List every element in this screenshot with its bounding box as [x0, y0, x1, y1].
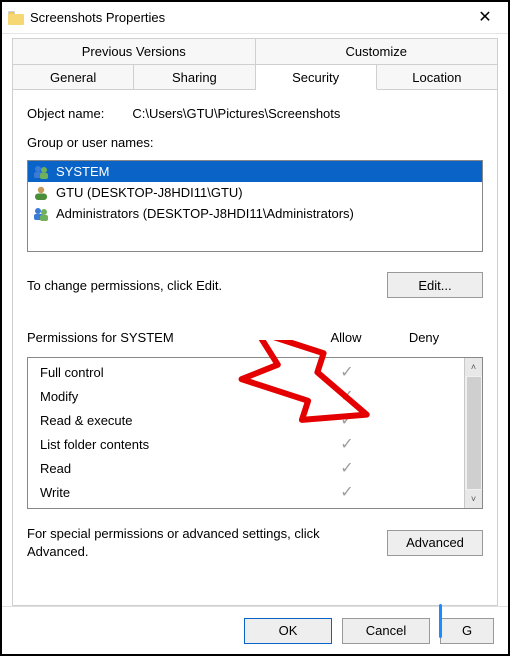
security-panel: Object name: C:\Users\GTU\Pictures\Scree…: [12, 90, 498, 606]
allow-check-icon: ✓: [308, 458, 386, 478]
group-icon: [32, 163, 50, 181]
permission-row: Read & execute✓: [28, 408, 464, 432]
tab-previous-versions[interactable]: Previous Versions: [12, 38, 256, 64]
advanced-row: For special permissions or advanced sett…: [27, 525, 483, 560]
close-icon: ✕: [478, 10, 491, 26]
tabs: Previous Versions Customize General Shar…: [2, 34, 508, 90]
permissions-list: Full control✓Modify✓Read & execute✓List …: [27, 357, 483, 509]
tab-security[interactable]: Security: [256, 64, 377, 90]
principals-list[interactable]: SYSTEM GTU (DESKTOP-J8HDI11\GTU) Administr…: [27, 160, 483, 252]
edit-button[interactable]: Edit...: [387, 272, 483, 298]
list-item[interactable]: GTU (DESKTOP-J8HDI11\GTU): [28, 182, 482, 203]
permission-name: Read & execute: [28, 413, 308, 428]
permissions-body[interactable]: Full control✓Modify✓Read & execute✓List …: [28, 358, 464, 508]
permissions-header-label: Permissions for SYSTEM: [27, 330, 307, 345]
allow-check-icon: ✓: [308, 386, 386, 406]
permission-name: Write: [28, 485, 308, 500]
apply-button-truncated[interactable]: G: [440, 618, 494, 644]
edit-row: To change permissions, click Edit. Edit.…: [27, 272, 483, 298]
group-icon: [32, 205, 50, 223]
principal-name: SYSTEM: [56, 164, 109, 179]
cancel-button[interactable]: Cancel: [342, 618, 430, 644]
title-left: Screenshots Properties: [8, 10, 165, 25]
allow-check-icon: ✓: [308, 482, 386, 502]
titlebar: Screenshots Properties ✕: [2, 2, 508, 34]
list-item[interactable]: Administrators (DESKTOP-J8HDI11\Administ…: [28, 203, 482, 224]
ok-button[interactable]: OK: [244, 618, 332, 644]
text-caret-indicator: [439, 604, 442, 638]
close-button[interactable]: ✕: [462, 2, 508, 34]
allow-check-icon: ✓: [308, 362, 386, 382]
dialog-buttons: OK Cancel G: [2, 606, 508, 654]
permissions-header: Permissions for SYSTEM Allow Deny: [27, 330, 483, 345]
permission-row: Modify✓: [28, 384, 464, 408]
group-label: Group or user names:: [27, 135, 483, 150]
list-item[interactable]: SYSTEM: [28, 161, 482, 182]
tab-customize[interactable]: Customize: [256, 38, 499, 64]
tab-general[interactable]: General: [12, 64, 134, 90]
permission-row: Write✓: [28, 480, 464, 504]
object-name-label: Object name:: [27, 106, 104, 121]
advanced-button[interactable]: Advanced: [387, 530, 483, 556]
permission-row: Full control✓: [28, 360, 464, 384]
tab-location[interactable]: Location: [377, 64, 498, 90]
permission-name: List folder contents: [28, 437, 308, 452]
object-name-row: Object name: C:\Users\GTU\Pictures\Scree…: [27, 106, 483, 121]
permission-row: List folder contents✓: [28, 432, 464, 456]
permission-name: Read: [28, 461, 308, 476]
tabs-row-1: Previous Versions Customize: [12, 38, 498, 64]
tab-sharing[interactable]: Sharing: [134, 64, 255, 90]
permissions-scrollbar[interactable]: ˄ ˅: [464, 358, 482, 508]
allow-col-header: Allow: [307, 330, 385, 345]
user-icon: [32, 184, 50, 202]
allow-check-icon: ✓: [308, 410, 386, 430]
permission-name: Full control: [28, 365, 308, 380]
scroll-up-button[interactable]: ˄: [465, 358, 482, 376]
principal-name: Administrators (DESKTOP-J8HDI11\Administ…: [56, 206, 354, 221]
properties-dialog: Screenshots Properties ✕ Previous Versio…: [0, 0, 510, 656]
allow-check-icon: ✓: [308, 434, 386, 454]
principal-name: GTU (DESKTOP-J8HDI11\GTU): [56, 185, 243, 200]
deny-col-header: Deny: [385, 330, 463, 345]
scroll-thumb[interactable]: [467, 377, 481, 489]
window-title: Screenshots Properties: [30, 10, 165, 25]
advanced-hint: For special permissions or advanced sett…: [27, 525, 373, 560]
scroll-down-button[interactable]: ˅: [465, 490, 482, 508]
object-name-value: C:\Users\GTU\Pictures\Screenshots: [132, 106, 340, 121]
folder-icon: [8, 11, 24, 25]
tabs-row-2: General Sharing Security Location: [12, 64, 498, 90]
permission-name: Modify: [28, 389, 308, 404]
edit-hint: To change permissions, click Edit.: [27, 278, 222, 293]
permission-row: Read✓: [28, 456, 464, 480]
